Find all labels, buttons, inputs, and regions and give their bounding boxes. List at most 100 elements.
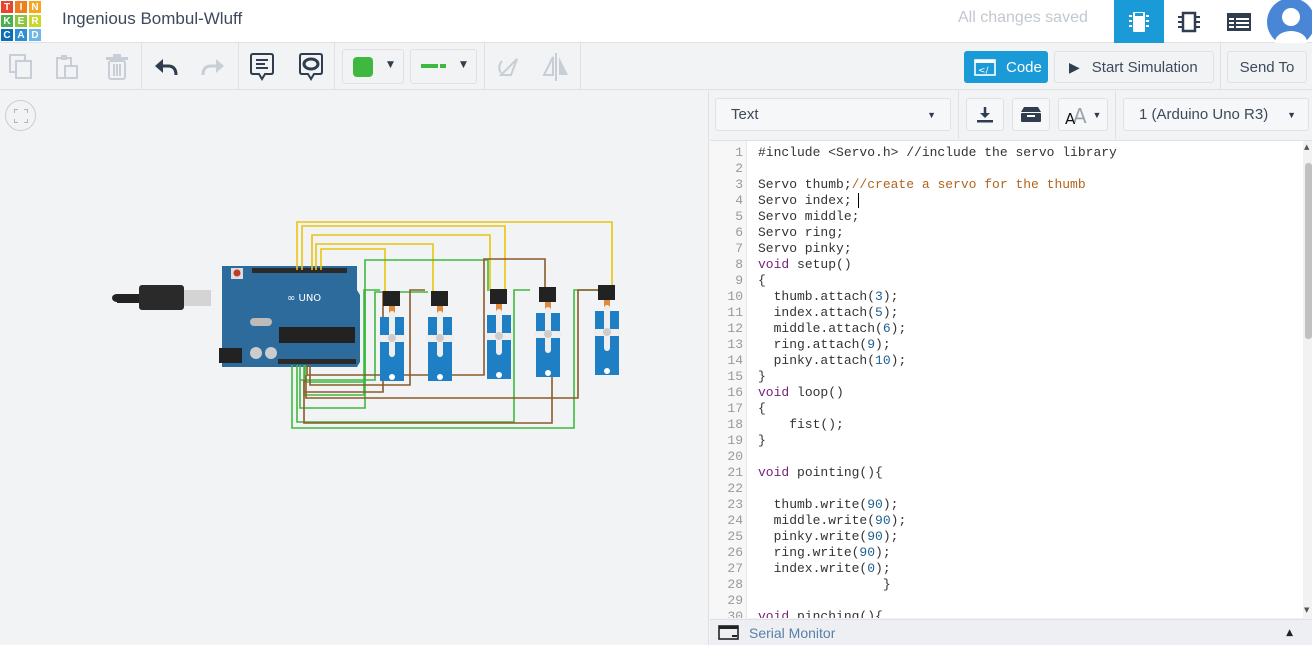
circuit-view-button[interactable] xyxy=(1114,0,1164,43)
project-title[interactable]: Ingenious Bombul-Wluff xyxy=(62,9,242,29)
vertical-scrollbar[interactable]: ▲ ▼ xyxy=(1303,141,1312,618)
code-line[interactable]: index.attach(5); xyxy=(758,305,899,321)
code-line[interactable]: middle.attach(6); xyxy=(758,321,907,337)
line-number-gutter: 1 2 3 4 5 6 7 8 9 10 11 12 13 14 15 16 17 18 19 20 21 22 23 24 2… xyxy=(710,141,747,618)
code-line[interactable]: pinky.attach(10); xyxy=(758,353,907,369)
wire-color-dropdown[interactable]: ▼ xyxy=(342,49,404,84)
code-token: Servo index; xyxy=(758,193,852,208)
code-line[interactable]: thumb.write(90); xyxy=(758,497,899,513)
code-line[interactable]: } xyxy=(758,577,891,593)
code-token: 5 xyxy=(875,305,883,320)
device-dropdown[interactable]: 1 (Arduino Uno R3) ▼ xyxy=(1123,98,1309,131)
code-line[interactable]: index.write(0); xyxy=(758,561,891,577)
code-line[interactable]: ring.attach(9); xyxy=(758,337,891,353)
serial-monitor-label: Serial Monitor xyxy=(749,624,836,641)
user-avatar[interactable] xyxy=(1267,0,1312,43)
toggle-notes-visibility-button[interactable] xyxy=(293,49,329,85)
code-line[interactable]: { xyxy=(758,401,766,417)
code-line[interactable]: ring.write(90); xyxy=(758,545,891,561)
line-number: 22 xyxy=(727,481,743,496)
code-line[interactable]: void pinching(){ xyxy=(758,609,883,618)
code-line[interactable]: fist(); xyxy=(758,417,844,433)
download-code-button[interactable] xyxy=(966,98,1004,131)
code-line[interactable]: Servo ring; xyxy=(758,225,844,241)
code-token: { xyxy=(758,401,766,416)
font-size-icon: AA xyxy=(1065,105,1087,125)
code-token: } xyxy=(758,577,891,592)
code-token: ); xyxy=(875,337,891,352)
circuit-canvas[interactable]: ∞ UNO xyxy=(0,91,708,645)
scroll-thumb[interactable] xyxy=(1305,163,1312,339)
code-mode-value: Text xyxy=(731,106,759,123)
code-line[interactable]: Servo pinky; xyxy=(758,241,852,257)
code-token: void xyxy=(758,257,790,272)
schematic-view-button[interactable] xyxy=(1164,0,1214,43)
code-line[interactable]: thumb.attach(3); xyxy=(758,289,899,305)
code-editor[interactable]: 1 2 3 4 5 6 7 8 9 10 11 12 13 14 15 16 17 18 19 20 21 22 23 24 2… xyxy=(710,140,1312,618)
component-list-button[interactable] xyxy=(1214,0,1264,43)
code-token: #include <Servo.h> //include the servo l… xyxy=(758,145,1117,160)
line-number: 12 xyxy=(727,321,743,336)
text-cursor xyxy=(858,193,859,208)
code-mode-dropdown[interactable]: Text ▼ xyxy=(715,98,951,131)
code-token: ); xyxy=(882,305,899,320)
line-number: 7 xyxy=(735,241,743,256)
code-token: Servo ring; xyxy=(758,225,844,240)
code-token: } xyxy=(758,369,766,384)
delete-button[interactable] xyxy=(99,49,135,85)
code-button[interactable]: </ Code xyxy=(964,51,1048,83)
line-number: 28 xyxy=(727,577,743,592)
scroll-down-arrow[interactable]: ▼ xyxy=(1304,606,1309,614)
expand-arrow-icon[interactable]: ▲ xyxy=(1286,628,1293,638)
code-token: thumb.write( xyxy=(758,497,868,512)
code-line[interactable]: pinky.write(90); xyxy=(758,529,899,545)
start-simulation-button[interactable]: ▶ Start Simulation xyxy=(1054,51,1214,83)
tinkercad-logo[interactable]: TINKERCAD xyxy=(0,0,42,42)
code-line[interactable]: Servo thumb;//create a servo for the thu… xyxy=(758,177,1086,193)
code-token: ); xyxy=(890,513,907,528)
code-token: 6 xyxy=(882,321,891,336)
code-line[interactable]: } xyxy=(758,433,766,449)
trash-icon xyxy=(106,54,128,80)
redo-button[interactable] xyxy=(195,49,231,85)
code-line[interactable]: middle.write(90); xyxy=(758,513,907,529)
line-number: 5 xyxy=(735,209,743,224)
component-list-icon xyxy=(1227,12,1251,31)
undo-button[interactable] xyxy=(148,49,184,85)
flip-button[interactable] xyxy=(538,49,574,85)
scroll-up-arrow[interactable]: ▲ xyxy=(1304,143,1309,151)
code-token: void xyxy=(758,609,790,618)
code-button-label: Code xyxy=(1006,58,1042,76)
code-token: pointing(){ xyxy=(789,465,883,480)
send-to-button[interactable]: Send To xyxy=(1227,51,1307,83)
code-line[interactable]: #include <Servo.h> //include the servo l… xyxy=(758,145,1117,161)
code-token: Servo pinky; xyxy=(758,241,852,256)
code-line[interactable]: Servo middle; xyxy=(758,209,859,225)
code-token: 10 xyxy=(875,353,891,368)
circuit-view-icon xyxy=(1129,11,1149,32)
wire-type-dropdown[interactable]: ▼ xyxy=(410,49,477,84)
code-line[interactable]: { xyxy=(758,273,766,289)
serial-monitor-bar[interactable]: Serial Monitor ▲ xyxy=(710,619,1312,645)
copy-button[interactable] xyxy=(3,49,39,85)
line-number: 17 xyxy=(727,401,743,416)
paste-icon xyxy=(56,55,78,79)
code-line[interactable]: void pointing(){ xyxy=(758,465,883,481)
line-number: 14 xyxy=(727,353,743,368)
rotate-button[interactable] xyxy=(489,49,525,85)
chevron-down-icon: ▼ xyxy=(387,60,394,70)
code-line[interactable]: Servo index; xyxy=(758,193,852,209)
paste-button[interactable] xyxy=(49,49,85,85)
code-line[interactable]: } xyxy=(758,369,766,385)
code-token: 90 xyxy=(867,529,883,544)
line-number: 4 xyxy=(735,193,743,208)
code-line[interactable]: void loop() xyxy=(758,385,844,401)
undo-icon xyxy=(155,59,178,76)
libraries-button[interactable] xyxy=(1012,98,1050,131)
servo-motors xyxy=(378,285,621,381)
code-line[interactable]: void setup() xyxy=(758,257,852,273)
line-number: 29 xyxy=(727,593,743,608)
font-size-dropdown[interactable]: AA ▼ xyxy=(1058,98,1108,131)
line-number: 30 xyxy=(727,609,743,618)
notes-button[interactable] xyxy=(244,49,280,85)
